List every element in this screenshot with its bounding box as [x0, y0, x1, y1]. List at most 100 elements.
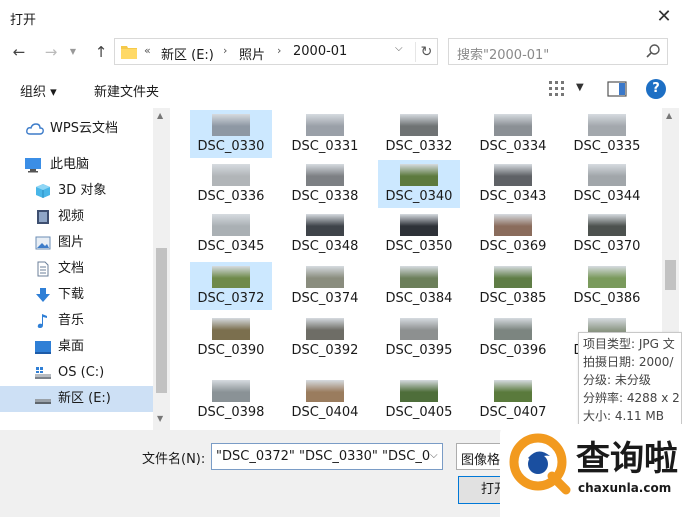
sidebar-item-label: 文档	[58, 261, 85, 276]
filename-field[interactable]: "DSC_0372" "DSC_0330" "DSC_03 ⌵	[211, 443, 443, 470]
sidebar-item-music[interactable]: 音乐	[0, 308, 153, 334]
new-folder-button[interactable]: 新建文件夹	[94, 81, 159, 100]
forward-button[interactable]: →	[40, 41, 62, 63]
file-name: DSC_0344	[573, 189, 641, 204]
view-dropdown-button[interactable]: ▼	[576, 82, 584, 93]
file-item[interactable]: DSC_0369	[472, 210, 554, 258]
file-item[interactable]: DSC_0335	[566, 110, 648, 158]
file-item[interactable]: DSC_0396	[472, 314, 554, 362]
file-item[interactable]: DSC_0338	[284, 160, 366, 208]
recent-locations-button[interactable]: ▼	[66, 41, 80, 63]
sidebar-item-desktop[interactable]: 桌面	[0, 334, 153, 360]
sidebar-item-documents[interactable]: 文档	[0, 256, 153, 282]
chevron-down-icon[interactable]: ⌵	[395, 43, 403, 54]
scrollbar-thumb[interactable]	[156, 248, 167, 393]
file-name: DSC_0392	[291, 343, 359, 358]
brand-name: 查询啦	[576, 439, 678, 479]
file-item[interactable]: DSC_0340	[378, 160, 460, 208]
file-item[interactable]: DSC_0398	[190, 376, 272, 424]
file-item[interactable]: DSC_0343	[472, 160, 554, 208]
file-name: DSC_0334	[479, 139, 547, 154]
breadcrumb-separator: ›	[277, 44, 282, 57]
file-item[interactable]: DSC_0405	[378, 376, 460, 424]
file-name: DSC_0390	[197, 343, 265, 358]
view-options-icon[interactable]	[548, 80, 566, 98]
sidebar-item-pictures[interactable]: 图片	[0, 230, 153, 256]
file-item[interactable]: DSC_0350	[378, 210, 460, 258]
breadcrumb-drive[interactable]: 新区 (E:)	[161, 44, 214, 63]
drive-e-icon	[35, 399, 51, 404]
filename-value[interactable]: "DSC_0372" "DSC_0330" "DSC_03	[216, 449, 438, 464]
file-item[interactable]: DSC_0386	[566, 262, 648, 310]
search-icon[interactable]	[645, 43, 661, 59]
sidebar-item-label: 桌面	[58, 339, 85, 354]
file-item[interactable]: DSC_0392	[284, 314, 366, 362]
back-button[interactable]: ←	[8, 41, 30, 63]
tooltip-type: 项目类型: JPG 文	[583, 337, 675, 351]
file-name: DSC_0335	[573, 139, 641, 154]
scroll-up-icon[interactable]: ▲	[666, 111, 672, 120]
file-item[interactable]: DSC_0384	[378, 262, 460, 310]
file-item[interactable]: DSC_0407	[472, 376, 554, 424]
file-item[interactable]: DSC_0330	[190, 110, 272, 158]
image-thumbnail	[400, 266, 438, 288]
title-bar: 打开 ✕	[0, 0, 682, 34]
file-name: DSC_0372	[197, 291, 265, 306]
organize-button[interactable]: 组织 ▾	[20, 81, 57, 100]
file-item[interactable]: DSC_0344	[566, 160, 648, 208]
chevron-down-icon[interactable]: ⌵	[430, 450, 442, 461]
file-item[interactable]: DSC_0385	[472, 262, 554, 310]
music-icon	[37, 314, 47, 328]
file-name: DSC_0331	[291, 139, 359, 154]
sidebar-item-wps-cloud[interactable]: WPS云文档	[0, 116, 153, 142]
image-thumbnail	[306, 114, 344, 136]
help-icon: ?	[652, 81, 660, 96]
image-thumbnail	[212, 266, 250, 288]
sidebar-item-label: WPS云文档	[50, 121, 118, 136]
help-button[interactable]: ?	[646, 79, 666, 99]
breadcrumb-overflow[interactable]: «	[144, 44, 151, 57]
file-name: DSC_0374	[291, 291, 359, 306]
search-input[interactable]: 搜索"2000-01"	[457, 44, 549, 63]
preview-pane-icon[interactable]	[607, 80, 627, 98]
chevron-down-icon: ▼	[69, 47, 77, 56]
arrow-up-icon: ↑	[94, 43, 108, 61]
sidebar-item-drive-e[interactable]: 新区 (E:)	[0, 386, 153, 412]
breadcrumb-photos[interactable]: 照片	[239, 44, 265, 63]
sidebar-item-label: 音乐	[58, 313, 85, 328]
file-item[interactable]: DSC_0390	[190, 314, 272, 362]
file-item[interactable]: DSC_0404	[284, 376, 366, 424]
sidebar-item-this-pc[interactable]: 此电脑	[0, 152, 153, 178]
image-thumbnail	[306, 214, 344, 236]
address-bar[interactable]: « 新区 (E:) › 照片 › 2000-01 ⌵ ↻	[114, 38, 438, 65]
file-item[interactable]: DSC_0374	[284, 262, 366, 310]
scrollbar-thumb[interactable]	[665, 260, 676, 290]
file-item[interactable]: DSC_0336	[190, 160, 272, 208]
sidebar-scrollbar[interactable]: ▲ ▼	[153, 108, 170, 430]
file-name: DSC_0343	[479, 189, 547, 204]
image-thumbnail	[400, 318, 438, 340]
image-thumbnail	[400, 114, 438, 136]
file-item[interactable]: DSC_0334	[472, 110, 554, 158]
sidebar-item-drive-c[interactable]: OS (C:)	[0, 360, 153, 386]
scroll-up-icon[interactable]: ▲	[157, 111, 163, 120]
search-box[interactable]: 搜索"2000-01"	[448, 38, 668, 65]
file-item[interactable]: DSC_0395	[378, 314, 460, 362]
close-button[interactable]: ✕	[650, 4, 678, 30]
sidebar-item-downloads[interactable]: 下载	[0, 282, 153, 308]
tooltip-date: 拍摄日期: 2000/	[583, 355, 674, 369]
breadcrumb-folder[interactable]: 2000-01	[293, 44, 347, 59]
file-item[interactable]: DSC_0370	[566, 210, 648, 258]
scroll-down-icon[interactable]: ▼	[157, 414, 163, 423]
video-icon	[37, 210, 49, 224]
file-item[interactable]: DSC_0372	[190, 262, 272, 310]
file-item[interactable]: DSC_0331	[284, 110, 366, 158]
sidebar-item-videos[interactable]: 视频	[0, 204, 153, 230]
up-button[interactable]: ↑	[90, 41, 112, 63]
sidebar-item-3d-objects[interactable]: 3D 对象	[0, 178, 153, 204]
refresh-button[interactable]: ↻	[415, 42, 437, 62]
file-item[interactable]: DSC_0345	[190, 210, 272, 258]
file-name: DSC_0332	[385, 139, 453, 154]
file-item[interactable]: DSC_0332	[378, 110, 460, 158]
file-item[interactable]: DSC_0348	[284, 210, 366, 258]
